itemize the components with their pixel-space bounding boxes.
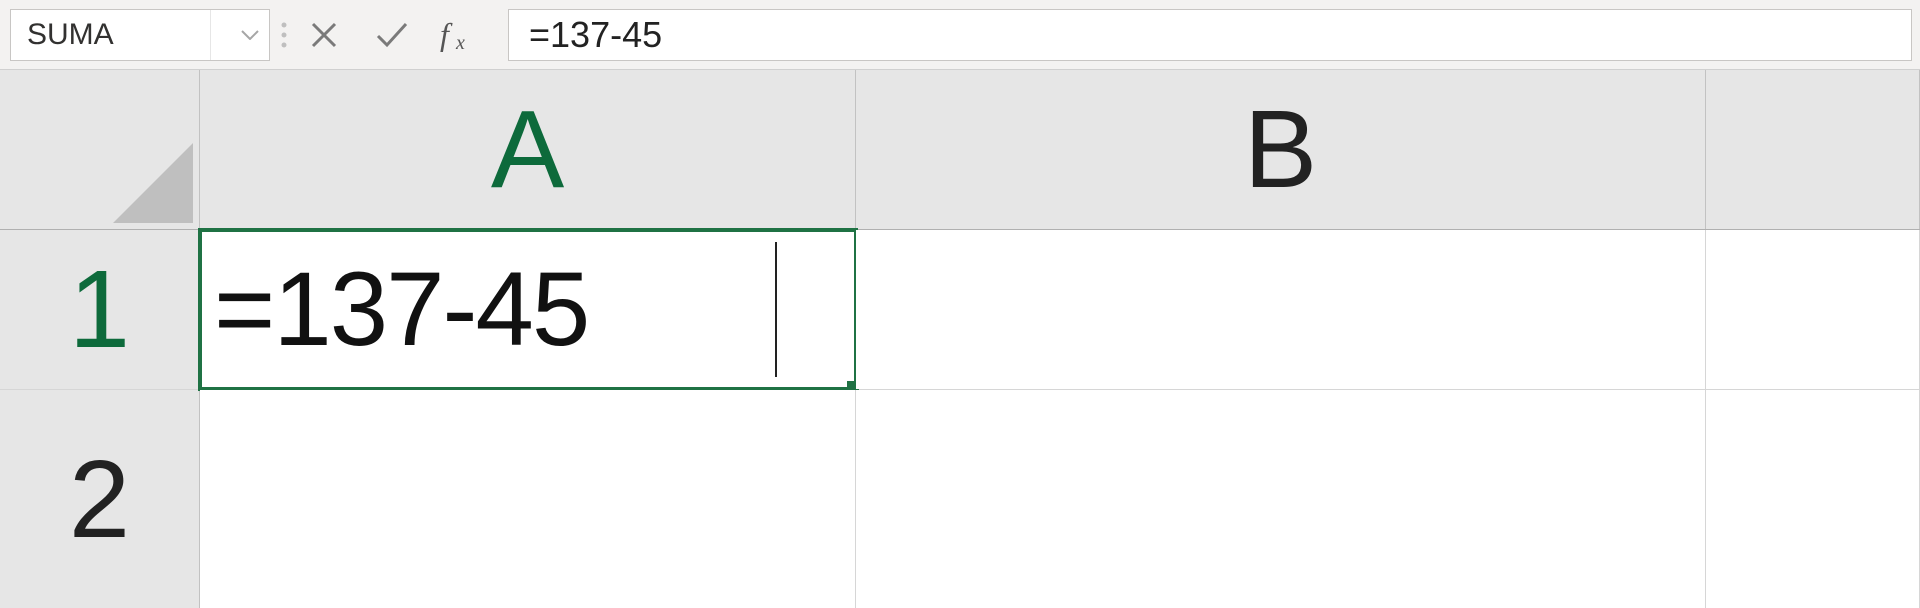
formula-bar-separator [270, 15, 298, 55]
formula-input-value: =137-45 [529, 14, 662, 56]
row-2: 2 [0, 390, 1920, 608]
svg-text:x: x [455, 32, 465, 53]
formula-bar-buttons: f x [298, 9, 498, 61]
column-header-label: A [491, 86, 564, 213]
formula-bar: SUMA f x =137-45 [0, 0, 1920, 70]
select-all-button[interactable] [0, 70, 200, 229]
row-header-1[interactable]: 1 [0, 230, 200, 389]
cell-C2[interactable] [1706, 390, 1920, 608]
column-header-B[interactable]: B [856, 70, 1706, 229]
cell-C1[interactable] [1706, 230, 1920, 389]
row-header-label: 1 [69, 246, 130, 373]
cancel-button[interactable] [304, 15, 344, 55]
row-1: 1 =137-45 [0, 230, 1920, 390]
svg-text:f: f [440, 17, 453, 52]
row-header-label: 2 [69, 436, 130, 563]
text-caret [775, 242, 777, 377]
column-header-next[interactable] [1706, 70, 1920, 229]
formula-input[interactable]: =137-45 [508, 9, 1912, 61]
cell-value: =137-45 [214, 250, 588, 370]
column-header-label: B [1244, 86, 1317, 213]
enter-button[interactable] [372, 15, 412, 55]
row-header-2[interactable]: 2 [0, 390, 200, 608]
insert-function-button[interactable]: f x [440, 15, 480, 55]
cell-B2[interactable] [856, 390, 1706, 608]
worksheet: A B 1 =137-45 2 [0, 70, 1920, 608]
column-headers: A B [0, 70, 1920, 230]
name-box[interactable]: SUMA [10, 9, 270, 61]
cell-A2[interactable] [200, 390, 856, 608]
name-box-value: SUMA [27, 18, 114, 52]
name-box-dropdown-icon[interactable] [210, 10, 259, 60]
column-header-A[interactable]: A [200, 70, 856, 229]
cell-A1[interactable]: =137-45 [200, 230, 856, 389]
cell-B1[interactable] [856, 230, 1706, 389]
